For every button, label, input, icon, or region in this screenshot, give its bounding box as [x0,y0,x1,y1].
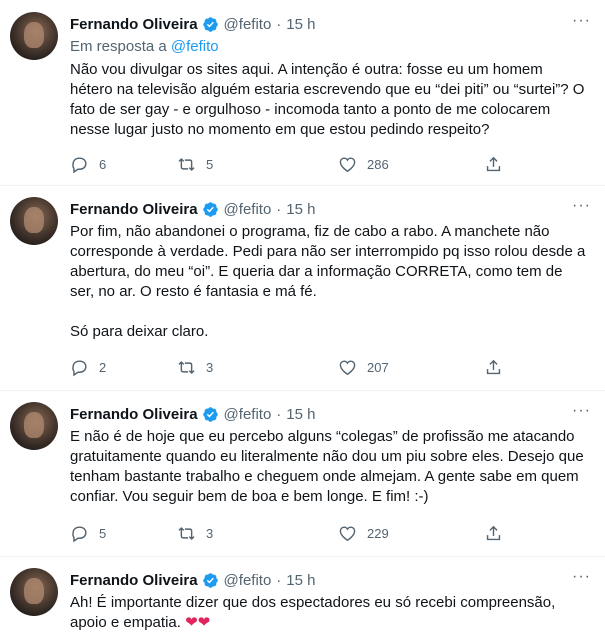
reply-icon [72,525,87,542]
author-handle[interactable]: @fefito [224,16,272,33]
tweet-paragraph: Só para deixar claro. [70,323,209,340]
verified-badge-icon [202,406,218,422]
timestamp[interactable]: 15 h [286,406,315,423]
like-icon [339,359,356,375]
tweet-header: Fernando Oliveira @fefito · 15 h [70,198,565,220]
reply-handle-link[interactable]: @fefito [171,38,219,55]
timestamp[interactable]: 15 h [286,16,315,33]
author-handle[interactable]: @fefito [224,572,272,589]
reply-button[interactable]: 2 [70,358,106,377]
retweet-count: 5 [206,156,214,172]
like-count: 286 [367,156,389,172]
like-icon [339,525,356,541]
tweet-text: Não vou divulgar os sites aqui. A intenç… [70,60,589,140]
author-name[interactable]: Fernando Oliveira [70,572,198,589]
tweet-text: Ah! É importante dizer que dos espectado… [70,593,589,633]
retweet-count: 3 [206,359,214,375]
author-handle[interactable]: @fefito [224,406,272,423]
tweet-text: E não é de hoje que eu percebo alguns “c… [70,427,589,507]
author-name[interactable]: Fernando Oliveira [70,406,198,423]
share-icon [486,359,501,374]
share-button[interactable] [484,155,503,174]
avatar[interactable] [10,568,58,616]
retweet-button[interactable]: 5 [177,155,213,174]
like-button[interactable]: 286 [338,155,389,174]
reply-icon [72,359,87,376]
heart-emoji: ❤❤ [185,614,211,631]
tweet-paragraph: E não é de hoje que eu percebo alguns “c… [70,428,584,505]
tweet[interactable]: Fernando Oliveira @fefito · 15 h ··· Em … [0,0,605,186]
like-button[interactable]: 229 [338,524,389,543]
reply-button[interactable]: 5 [70,524,106,543]
separator-dot: · [276,15,282,33]
retweet-count: 3 [206,525,214,541]
verified-badge-icon [202,16,218,32]
like-count: 229 [367,525,389,541]
more-icon[interactable]: ··· [572,402,591,420]
more-icon[interactable]: ··· [572,197,591,215]
author-name[interactable]: Fernando Oliveira [70,201,198,218]
tweet-header: Fernando Oliveira @fefito · 15 h [70,403,565,425]
retweet-icon [178,526,195,540]
avatar[interactable] [10,402,58,450]
verified-badge-icon [202,572,218,588]
timestamp[interactable]: 15 h [286,201,315,218]
tweet-text: Por fim, não abandonei o programa, fiz d… [70,222,589,342]
tweet-paragraph: Não vou divulgar os sites aqui. A intenç… [70,61,585,138]
retweet-button[interactable]: 3 [177,524,213,543]
reply-count: 6 [99,156,107,172]
avatar[interactable] [10,197,58,245]
author-handle[interactable]: @fefito [224,201,272,218]
timestamp[interactable]: 15 h [286,572,315,589]
separator-dot: · [276,571,282,589]
retweet-button[interactable]: 3 [177,358,213,377]
more-icon[interactable]: ··· [572,568,591,586]
tweet-actions: 6 5 286 [70,153,510,175]
tweet-actions: 2 3 207 [70,356,510,378]
share-icon [486,156,501,171]
author-name[interactable]: Fernando Oliveira [70,16,198,33]
retweet-icon [178,157,195,171]
share-button[interactable] [484,524,503,543]
reply-button[interactable]: 6 [70,155,106,174]
like-icon [339,156,356,172]
reply-count: 2 [99,359,107,375]
verified-badge-icon [202,201,218,217]
tweet[interactable]: Fernando Oliveira @fefito · 15 h ··· E n… [0,390,605,557]
share-icon [486,525,501,540]
reply-prefix: Em resposta a [70,38,167,55]
tweet-paragraph-text: Ah! É importante dizer que dos espectado… [70,594,556,631]
avatar[interactable] [10,12,58,60]
separator-dot: · [276,200,282,218]
tweet[interactable]: Fernando Oliveira @fefito · 15 h ··· Por… [0,185,605,391]
reply-count: 5 [99,525,107,541]
tweet-paragraph: Por fim, não abandonei o programa, fiz d… [70,223,586,300]
share-button[interactable] [484,358,503,377]
like-button[interactable]: 207 [338,358,389,377]
like-count: 207 [367,359,389,375]
tweet-actions: 5 3 229 [70,522,510,544]
tweet-paragraph: Ah! É importante dizer que dos espectado… [70,593,589,633]
more-icon[interactable]: ··· [572,12,591,30]
tweet[interactable]: Fernando Oliveira @fefito · 15 h ··· Ah!… [0,556,605,639]
reply-icon [72,156,87,173]
tweet-header: Fernando Oliveira @fefito · 15 h [70,569,565,591]
retweet-icon [178,360,195,374]
reply-context: Em resposta a @fefito [70,38,219,55]
separator-dot: · [276,405,282,423]
tweet-header: Fernando Oliveira @fefito · 15 h [70,13,565,35]
